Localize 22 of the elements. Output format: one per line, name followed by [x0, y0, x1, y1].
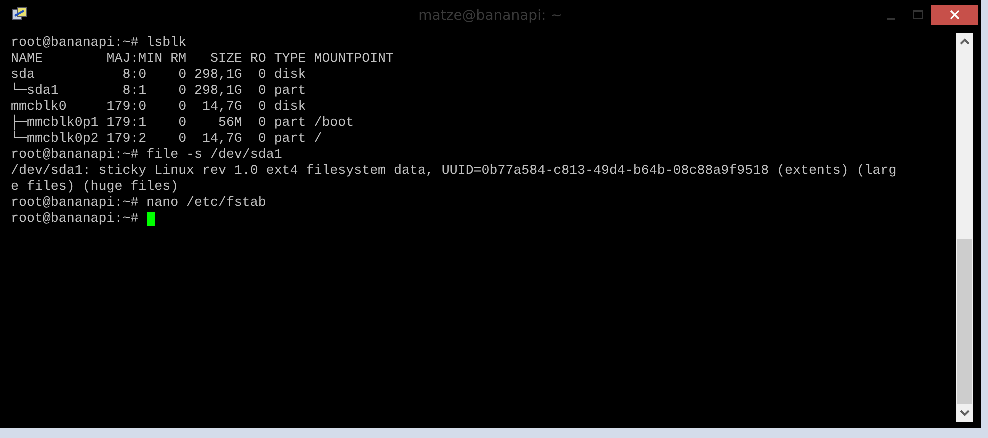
scroll-down-icon[interactable]	[960, 409, 970, 417]
terminal-line: └─sda1 8:1 0 298,1G 0 part	[11, 83, 306, 99]
terminal-line: └─mmcblk0p2 179:2 0 14,7G 0 part /	[11, 131, 322, 147]
minimize-icon	[886, 18, 894, 20]
app-icon	[12, 7, 28, 23]
terminal-line: mmcblk0 179:0 0 14,7G 0 disk	[11, 99, 306, 114]
terminal-line: e files) (huge files)	[11, 179, 179, 195]
scroll-up-icon[interactable]	[960, 38, 970, 46]
maximize-icon	[912, 10, 922, 20]
terminal-line: ├─mmcblk0p1 179:1 0 56M 0 part /boot	[11, 115, 354, 130]
close-icon	[950, 10, 960, 20]
window-title: matze@bananapi: ~	[418, 8, 562, 24]
close-button[interactable]	[931, 5, 978, 25]
scrollbar-thumb[interactable]	[957, 239, 972, 404]
terminal-line: root@bananapi:~# nano /etc/fstab	[11, 195, 266, 211]
terminal-line: NAME MAJ:MIN RM SIZE RO TYPE MOUNTPOINT	[11, 51, 394, 67]
scrollbar[interactable]	[956, 33, 973, 422]
terminal-line: root@bananapi:~#	[11, 211, 140, 227]
terminal-line: sda 8:0 0 298,1G 0 disk	[11, 67, 306, 82]
terminal-line: root@bananapi:~# lsblk	[11, 35, 187, 51]
terminal-line: /dev/sda1: sticky Linux rev 1.0 ext4 filesystem data, UUID=0b77a584-c813-49d4-b64b-08c88a9f9518 (extents) (larg	[11, 163, 897, 179]
terminal-line: root@bananapi:~# file -s /dev/sda1	[11, 147, 282, 163]
